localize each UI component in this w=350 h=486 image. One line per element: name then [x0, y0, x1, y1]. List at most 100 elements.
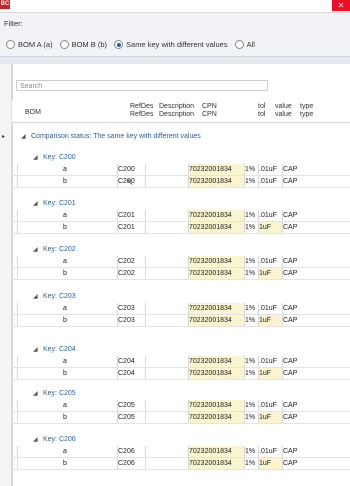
cell-tol[interactable]: 1%: [244, 222, 258, 233]
table-row[interactable]: b C203 70232001834 1% 1uF CAP: [12, 315, 350, 326]
column-header-type-b[interactable]: type: [300, 111, 313, 119]
cell-cpn[interactable]: 70232001834: [188, 256, 244, 267]
table-row[interactable]: a C202 70232001834 1% .01uF CAP: [12, 256, 350, 267]
cell-value[interactable]: .01uF: [258, 176, 282, 187]
cell-desc[interactable]: [145, 315, 188, 326]
collapse-triangle-icon[interactable]: ◢: [33, 390, 38, 397]
cell-tol[interactable]: 1%: [244, 458, 258, 469]
cell-refdes[interactable]: C206: [117, 458, 145, 469]
cell-value[interactable]: .01uF: [258, 400, 282, 411]
cell-cpn[interactable]: 70232001834: [188, 412, 244, 423]
cell-refdes[interactable]: C201: [117, 222, 145, 233]
cell-refdes[interactable]: C204: [117, 368, 145, 379]
column-header-cpn[interactable]: CPN: [202, 103, 217, 111]
cell-type[interactable]: CAP: [282, 176, 322, 187]
cell-type[interactable]: CAP: [282, 368, 322, 379]
cell-cpn[interactable]: 70232001834: [188, 222, 244, 233]
cell-type[interactable]: CAP: [282, 412, 322, 423]
cell-type[interactable]: CAP: [282, 222, 322, 233]
cell-bom[interactable]: b: [17, 268, 117, 279]
column-header-description-b[interactable]: Description: [159, 111, 194, 119]
cell-type[interactable]: CAP: [282, 315, 322, 326]
cell-desc[interactable]: [145, 222, 188, 233]
cell-refdes[interactable]: C203: [117, 303, 145, 314]
cell-refdes[interactable]: C205: [117, 412, 145, 423]
cell-type[interactable]: CAP: [282, 210, 322, 221]
table-row[interactable]: b C201 70232001834 1% 1uF CAP: [12, 222, 350, 233]
collapse-triangle-icon[interactable]: ◢: [33, 154, 38, 161]
cell-type[interactable]: CAP: [282, 268, 322, 279]
cell-bom[interactable]: b: [17, 368, 117, 379]
cell-tol[interactable]: 1%: [244, 210, 258, 221]
cell-bom[interactable]: a: [17, 400, 117, 411]
cell-cpn[interactable]: 70232001834: [188, 458, 244, 469]
table-row[interactable]: a C205 70232001834 1% .01uF CAP: [12, 400, 350, 411]
cell-desc[interactable]: [145, 412, 188, 423]
cell-bom[interactable]: b: [17, 458, 117, 469]
cell-cpn[interactable]: 70232001834: [188, 446, 244, 457]
cell-value[interactable]: .01uF: [258, 164, 282, 175]
column-header-cpn-b[interactable]: CPN: [202, 111, 217, 119]
collapse-triangle-icon[interactable]: ◢: [33, 346, 38, 353]
cell-value[interactable]: .01uF: [258, 446, 282, 457]
table-row[interactable]: b C204 70232001834 1% 1uF CAP: [12, 368, 350, 379]
cell-bom[interactable]: b: [17, 176, 117, 187]
radio-all[interactable]: All: [234, 40, 255, 49]
cell-tol[interactable]: 1%: [244, 356, 258, 367]
expand-arrow-icon[interactable]: ▸: [2, 133, 5, 140]
collapse-triangle-icon[interactable]: ◢: [33, 436, 38, 443]
cell-type[interactable]: CAP: [282, 256, 322, 267]
cell-desc[interactable]: [145, 400, 188, 411]
table-row[interactable]: a C204 70232001834 1% .01uF CAP: [12, 356, 350, 367]
cell-bom[interactable]: a: [17, 210, 117, 221]
cell-cpn[interactable]: 70232001834: [188, 400, 244, 411]
cell-refdes[interactable]: C200: [117, 164, 145, 175]
cell-desc[interactable]: [145, 268, 188, 279]
cell-cpn[interactable]: 70232001834: [188, 268, 244, 279]
search-input[interactable]: Search: [16, 80, 268, 91]
cell-value[interactable]: .01uF: [258, 256, 282, 267]
radio-same-key[interactable]: Same key with different values: [114, 40, 228, 49]
collapse-triangle-icon[interactable]: ◢: [33, 200, 38, 207]
column-header-type[interactable]: type: [300, 103, 313, 111]
table-row[interactable]: a C206 70232001834 1% .01uF CAP: [12, 446, 350, 457]
cell-value[interactable]: 1uF: [258, 268, 282, 279]
cell-tol[interactable]: 1%: [244, 268, 258, 279]
radio-bom-b[interactable]: BOM B (b): [59, 40, 107, 49]
cell-desc[interactable]: [145, 458, 188, 469]
cell-refdes[interactable]: C202: [117, 268, 145, 279]
cell-type[interactable]: CAP: [282, 303, 322, 314]
cell-bom[interactable]: a: [17, 356, 117, 367]
cell-tol[interactable]: 1%: [244, 400, 258, 411]
cell-desc[interactable]: [145, 176, 188, 187]
column-header-value[interactable]: value: [275, 103, 292, 111]
cell-refdes[interactable]: C204: [117, 356, 145, 367]
cell-desc[interactable]: [145, 256, 188, 267]
close-button[interactable]: ✕: [332, 0, 350, 11]
column-header-value-b[interactable]: value: [275, 111, 292, 119]
cell-tol[interactable]: 1%: [244, 368, 258, 379]
cell-refdes[interactable]: C202: [117, 256, 145, 267]
cell-type[interactable]: CAP: [282, 164, 322, 175]
cell-tol[interactable]: 1%: [244, 446, 258, 457]
table-row[interactable]: a C200 70232001834 1% .01uF CAP: [12, 164, 350, 175]
cell-bom[interactable]: b: [17, 222, 117, 233]
cell-value[interactable]: .01uF: [258, 210, 282, 221]
cell-refdes[interactable]: C203: [117, 315, 145, 326]
cell-tol[interactable]: 1%: [244, 176, 258, 187]
cell-value[interactable]: 1uF: [258, 222, 282, 233]
cell-value[interactable]: 1uF: [258, 368, 282, 379]
collapse-triangle-icon[interactable]: ◢: [33, 246, 38, 253]
table-row[interactable]: a C201 70232001834 1% .01uF CAP: [12, 210, 350, 221]
cell-value[interactable]: 1uF: [258, 412, 282, 423]
cell-cpn[interactable]: 70232001834: [188, 176, 244, 187]
cell-tol[interactable]: 1%: [244, 256, 258, 267]
cell-cpn[interactable]: 70232001834: [188, 356, 244, 367]
cell-bom[interactable]: b: [17, 315, 117, 326]
column-header-description[interactable]: Description: [159, 103, 194, 111]
column-header-bom[interactable]: BOM: [25, 109, 41, 117]
cell-value[interactable]: .01uF: [258, 356, 282, 367]
cell-value[interactable]: .01uF: [258, 303, 282, 314]
cell-desc[interactable]: [145, 210, 188, 221]
cell-desc[interactable]: [145, 446, 188, 457]
